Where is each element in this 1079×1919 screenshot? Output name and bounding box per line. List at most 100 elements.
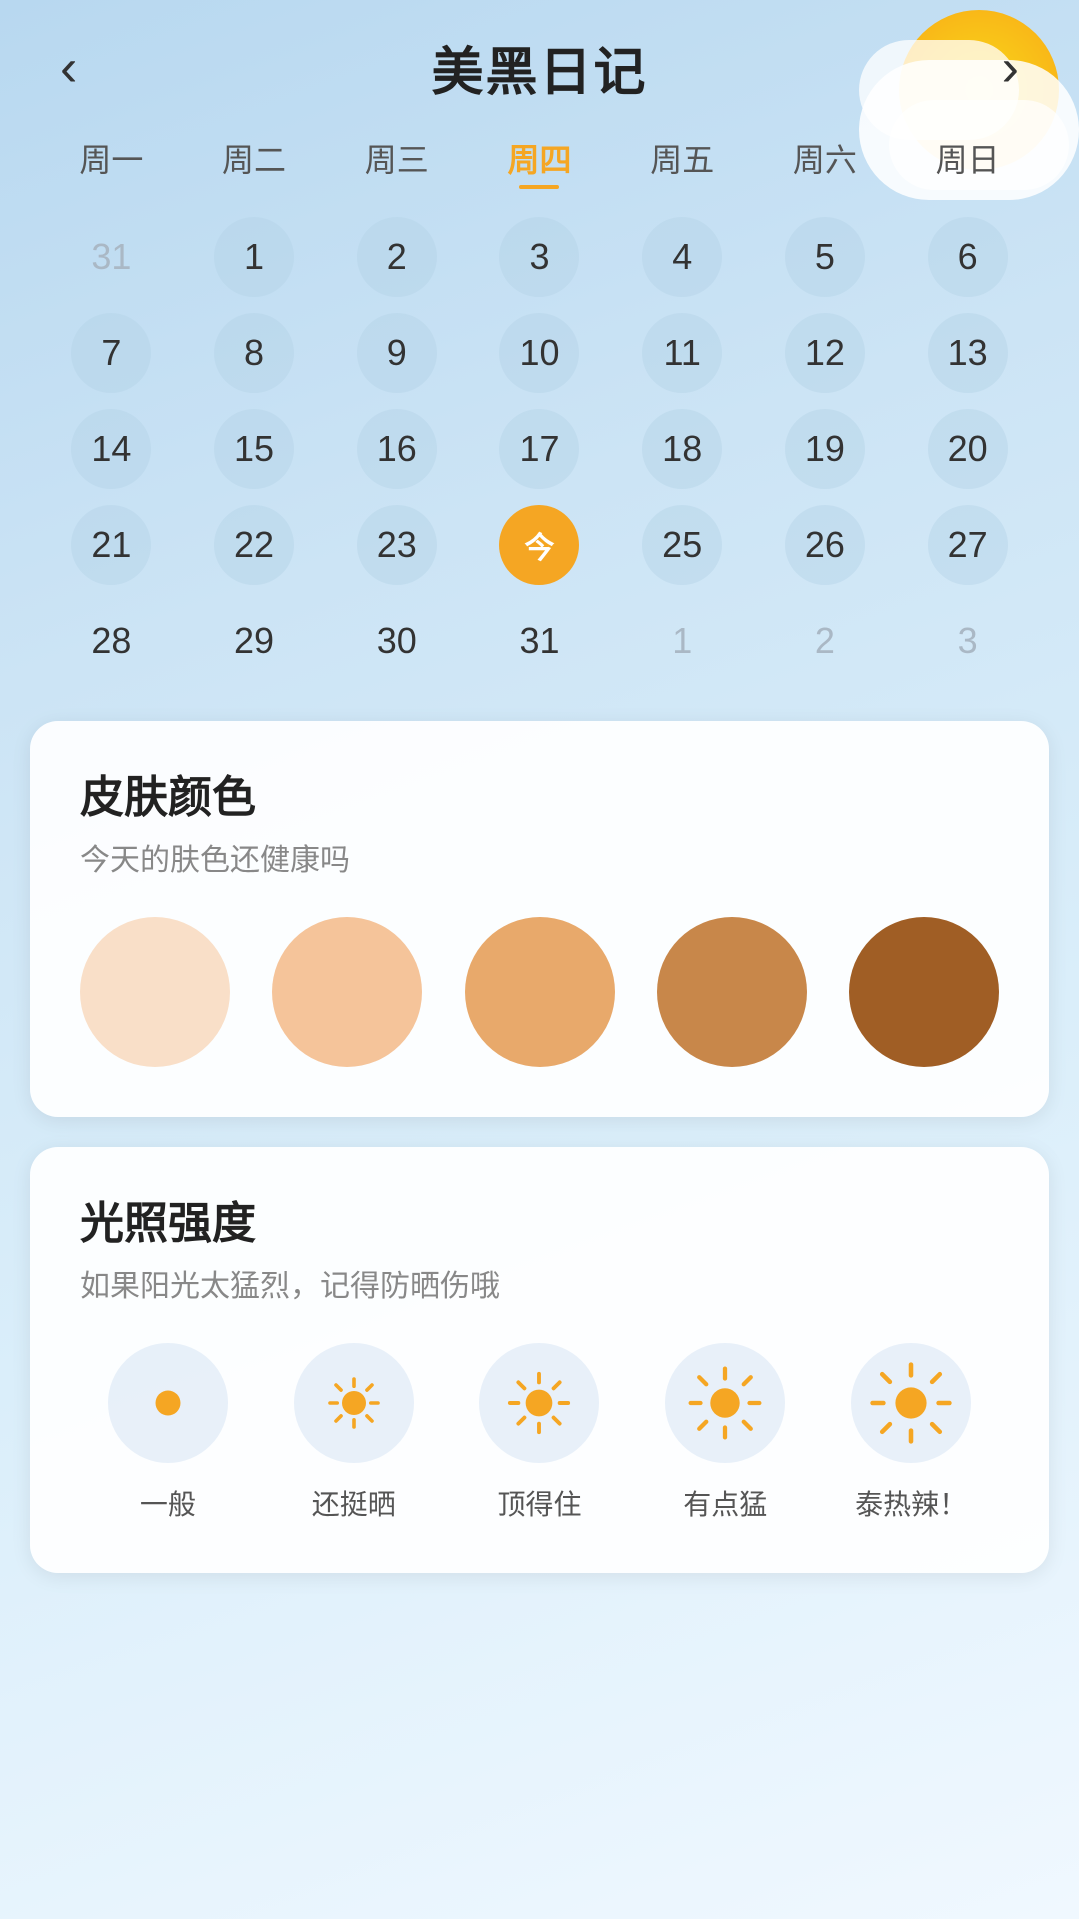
day-cell[interactable]: 15 <box>183 409 326 489</box>
skin-card-subtitle: 今天的肤色还健康吗 <box>80 835 999 879</box>
day-number: 3 <box>499 217 579 297</box>
sun-label-2: 还挺晒 <box>312 1483 396 1523</box>
day-number: 2 <box>785 601 865 681</box>
day-cell[interactable]: 23 <box>325 505 468 585</box>
weekday-tue: 周二 <box>183 125 326 199</box>
day-cell[interactable]: 28 <box>40 601 183 681</box>
day-cell[interactable]: 10 <box>468 313 611 393</box>
weekday-header: 周一 周二 周三 周四 周五 周六 周日 <box>40 125 1039 199</box>
sun-option-3[interactable]: 顶得住 <box>452 1343 628 1523</box>
day-cell[interactable]: 22 <box>183 505 326 585</box>
skin-color-4[interactable] <box>657 917 807 1067</box>
day-number: 2 <box>357 217 437 297</box>
weekday-mon: 周一 <box>40 125 183 199</box>
day-cell[interactable]: 8 <box>183 313 326 393</box>
sun-icon-wrap-5 <box>851 1343 971 1463</box>
weekday-sun: 周日 <box>896 125 1039 199</box>
day-cell[interactable]: 25 <box>611 505 754 585</box>
day-cell[interactable]: 3 <box>468 217 611 297</box>
day-cell[interactable]: 17 <box>468 409 611 489</box>
skin-color-3[interactable] <box>465 917 615 1067</box>
day-number: 8 <box>214 313 294 393</box>
day-cell[interactable]: 11 <box>611 313 754 393</box>
day-cell[interactable]: 27 <box>896 505 1039 585</box>
day-number: 25 <box>642 505 722 585</box>
day-number: 29 <box>214 601 294 681</box>
skin-color-5[interactable] <box>849 917 999 1067</box>
sun-options-row: 一般 <box>80 1343 999 1523</box>
day-number: 17 <box>499 409 579 489</box>
days-grid: 31 1 2 3 4 5 6 7 8 9 10 11 12 13 14 15 1… <box>40 217 1039 681</box>
skin-card-title: 皮肤颜色 <box>80 761 999 825</box>
day-cell[interactable]: 12 <box>754 313 897 393</box>
day-cell[interactable]: 29 <box>183 601 326 681</box>
light-card-subtitle: 如果阳光太猛烈，记得防晒伤哦 <box>80 1261 999 1305</box>
sun-option-2[interactable]: 还挺晒 <box>266 1343 442 1523</box>
day-cell[interactable]: 3 <box>896 601 1039 681</box>
day-number: 21 <box>71 505 151 585</box>
next-month-button[interactable]: › <box>992 42 1029 94</box>
day-cell[interactable]: 9 <box>325 313 468 393</box>
day-number: 27 <box>928 505 1008 585</box>
day-cell[interactable]: 7 <box>40 313 183 393</box>
skin-colors-row <box>80 917 999 1067</box>
sun-label-1: 一般 <box>140 1483 196 1523</box>
day-cell[interactable]: 26 <box>754 505 897 585</box>
day-cell[interactable]: 2 <box>754 601 897 681</box>
day-cell[interactable]: 31 <box>40 217 183 297</box>
day-number: 31 <box>71 217 151 297</box>
sun-icon-4 <box>687 1365 763 1441</box>
day-number: 19 <box>785 409 865 489</box>
day-cell[interactable]: 5 <box>754 217 897 297</box>
sun-icon-wrap-4 <box>665 1343 785 1463</box>
sun-icon-wrap-1 <box>108 1343 228 1463</box>
day-cell[interactable]: 19 <box>754 409 897 489</box>
calendar: 周一 周二 周三 周四 周五 周六 周日 31 1 2 3 4 5 6 7 8 … <box>0 115 1079 701</box>
prev-month-button[interactable]: ‹ <box>50 42 87 94</box>
day-number: 9 <box>357 313 437 393</box>
day-number: 14 <box>71 409 151 489</box>
day-number: 28 <box>71 601 151 681</box>
sun-label-4: 有点猛 <box>683 1483 767 1523</box>
skin-color-2[interactable] <box>272 917 422 1067</box>
header: ‹ 美黑日记 › <box>0 0 1079 115</box>
day-cell[interactable]: 4 <box>611 217 754 297</box>
weekday-thu: 周四 <box>468 125 611 199</box>
today-number: 今 <box>499 505 579 585</box>
day-cell[interactable]: 1 <box>611 601 754 681</box>
cards-section: 皮肤颜色 今天的肤色还健康吗 光照强度 如果阳光太猛烈，记得防晒伤哦 一般 <box>0 701 1079 1613</box>
day-number: 5 <box>785 217 865 297</box>
sun-icon-wrap-2 <box>294 1343 414 1463</box>
day-cell[interactable]: 13 <box>896 313 1039 393</box>
day-number: 30 <box>357 601 437 681</box>
day-cell[interactable]: 2 <box>325 217 468 297</box>
day-cell[interactable]: 16 <box>325 409 468 489</box>
day-cell[interactable]: 14 <box>40 409 183 489</box>
weekday-fri: 周五 <box>611 125 754 199</box>
sun-option-4[interactable]: 有点猛 <box>637 1343 813 1523</box>
skin-color-1[interactable] <box>80 917 230 1067</box>
day-number: 15 <box>214 409 294 489</box>
sun-label-3: 顶得住 <box>497 1483 581 1523</box>
sun-icon-3 <box>505 1369 573 1437</box>
weekday-sat: 周六 <box>754 125 897 199</box>
light-card-title: 光照强度 <box>80 1187 999 1251</box>
day-number: 1 <box>642 601 722 681</box>
day-cell[interactable]: 1 <box>183 217 326 297</box>
sun-icon-1 <box>143 1378 193 1428</box>
day-cell[interactable]: 6 <box>896 217 1039 297</box>
day-cell[interactable]: 20 <box>896 409 1039 489</box>
day-number: 26 <box>785 505 865 585</box>
day-number: 31 <box>499 601 579 681</box>
day-cell[interactable]: 21 <box>40 505 183 585</box>
skin-color-card: 皮肤颜色 今天的肤色还健康吗 <box>30 721 1049 1117</box>
day-number: 13 <box>928 313 1008 393</box>
day-cell[interactable]: 31 <box>468 601 611 681</box>
day-cell[interactable]: 18 <box>611 409 754 489</box>
day-number: 1 <box>214 217 294 297</box>
sun-option-1[interactable]: 一般 <box>80 1343 256 1523</box>
day-number: 7 <box>71 313 151 393</box>
sun-option-5[interactable]: 泰热辣！ <box>823 1343 999 1523</box>
today-cell[interactable]: 今 <box>468 505 611 585</box>
day-cell[interactable]: 30 <box>325 601 468 681</box>
